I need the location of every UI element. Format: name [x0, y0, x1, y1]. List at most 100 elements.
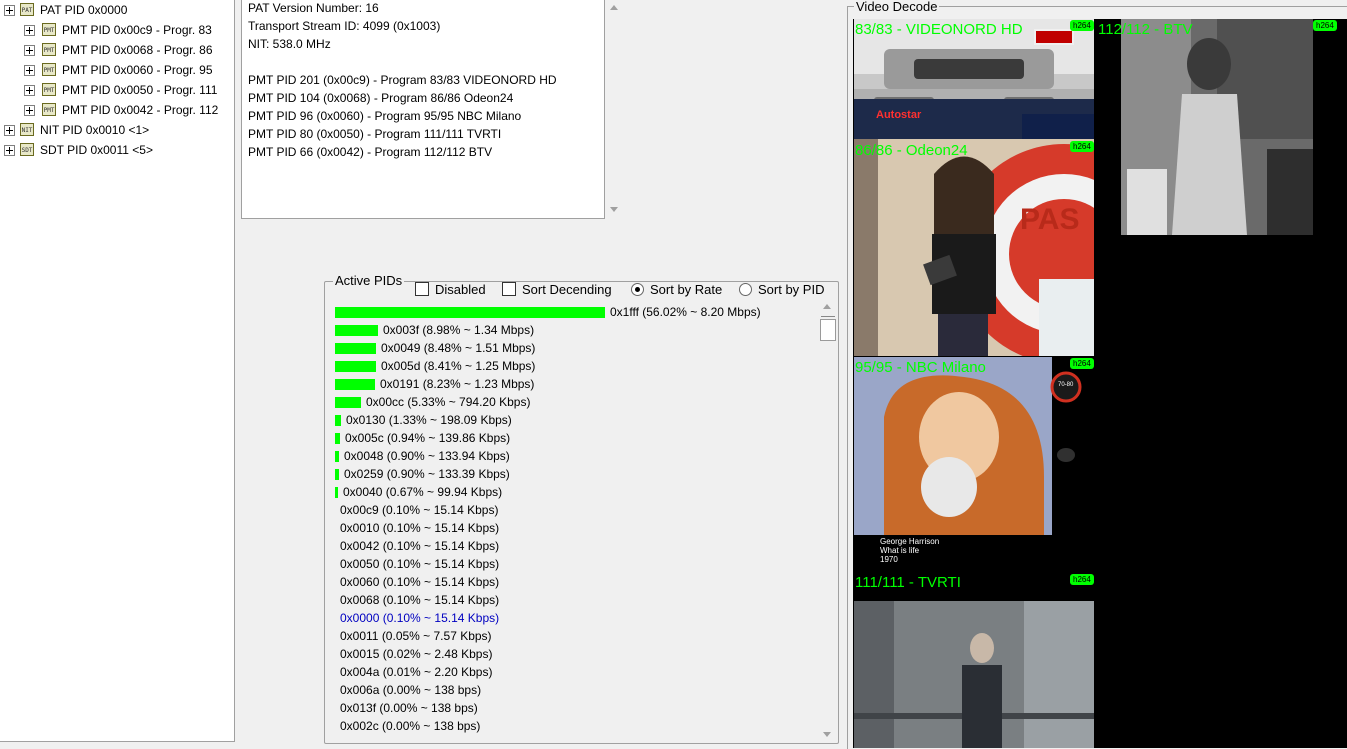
codec-badge: h264 [1313, 20, 1337, 31]
pid-tree: PAT PAT PID 0x0000 PMT PMT PID 0x00c9 - Pro… [0, 0, 235, 742]
pid-row[interactable]: 0x0040 (0.67% ~ 99.94 Kbps) [335, 484, 815, 502]
pid-list-scrollbar[interactable] [819, 300, 836, 741]
pid-row[interactable]: 0x0068 (0.10% ~ 15.14 Kbps) [335, 592, 815, 610]
pid-rate-label: 0x004a (0.01% ~ 2.20 Kbps) [340, 665, 493, 679]
video-tile-nbc-milano[interactable]: 70-80 George Harrison What is life 1970 … [854, 357, 1094, 571]
pid-row[interactable]: 0x0015 (0.02% ~ 2.48 Kbps) [335, 646, 815, 664]
pat-info-line: PMT PID 96 (0x0060) - Program 95/95 NBC … [248, 109, 522, 123]
tree-node-label: PAT PID 0x0000 [40, 3, 128, 17]
table-icon: PMT [42, 43, 56, 56]
pid-row[interactable]: 0x00c9 (0.10% ~ 15.14 Kbps) [335, 502, 815, 520]
table-icon: PMT [42, 83, 56, 96]
scroll-separator [821, 316, 835, 317]
pid-rate-bar [335, 469, 339, 480]
tree-node[interactable]: PMT PMT PID 0x0068 - Progr. 86 [0, 40, 234, 60]
pid-row[interactable]: 0x0130 (1.33% ~ 198.09 Kbps) [335, 412, 815, 430]
caption-song: What is life [880, 546, 920, 555]
expand-icon[interactable] [24, 45, 35, 56]
pid-row[interactable]: 0x0000 (0.10% ~ 15.14 Kbps) [335, 610, 815, 628]
tree-node[interactable]: PAT PAT PID 0x0000 [0, 0, 234, 20]
pid-row[interactable]: 0x004a (0.01% ~ 2.20 Kbps) [335, 664, 815, 682]
pid-row[interactable]: 0x005c (0.94% ~ 139.86 Kbps) [335, 430, 815, 448]
table-icon: PMT [42, 103, 56, 116]
pid-row[interactable]: 0x0011 (0.05% ~ 7.57 Kbps) [335, 628, 815, 646]
video-tile-btv[interactable]: 112/112 - BTV h264 [1097, 19, 1347, 237]
pid-row[interactable]: 0x006a (0.00% ~ 138 bps) [335, 682, 815, 700]
scroll-up-icon[interactable] [610, 5, 618, 10]
pid-rate-label: 0x0130 (1.33% ~ 198.09 Kbps) [346, 413, 512, 427]
pid-rate-label: 0x0015 (0.02% ~ 2.48 Kbps) [340, 647, 493, 661]
sort-by-rate-label: Sort by Rate [650, 282, 723, 297]
pid-rate-label: 0x0040 (0.67% ~ 99.94 Kbps) [343, 485, 503, 499]
expand-icon[interactable] [24, 65, 35, 76]
sort-by-rate-radio[interactable]: Sort by Rate [631, 282, 722, 298]
scroll-up-icon[interactable] [823, 304, 831, 309]
video-tile-tvrti[interactable]: 111/111 - TVRTI h264 [854, 573, 1094, 748]
pid-row[interactable]: 0x1fff (56.02% ~ 8.20 Mbps) [335, 304, 815, 322]
sort-by-pid-radio[interactable]: Sort by PID [739, 282, 824, 298]
tree-node-label: SDT PID 0x0011 <5> [40, 143, 153, 157]
overlay-odeon-wall: PAS [1020, 203, 1080, 236]
sort-by-pid-label: Sort by PID [758, 282, 825, 297]
pat-info-line: NIT: 538.0 MHz [248, 37, 331, 51]
pid-row[interactable]: 0x0049 (8.48% ~ 1.51 Mbps) [335, 340, 815, 358]
expand-icon[interactable] [24, 85, 35, 96]
radio-selected-icon [631, 283, 644, 296]
tvrti-frame [854, 573, 1094, 748]
table-icon: PAT [20, 3, 34, 16]
pid-row[interactable]: 0x003f (8.98% ~ 1.34 Mbps) [335, 322, 815, 340]
overlay-nbc-caption: George Harrison What is life 1970 [880, 537, 939, 564]
pid-row[interactable]: 0x0191 (8.23% ~ 1.23 Mbps) [335, 376, 815, 394]
tree-node[interactable]: PMT PMT PID 0x0050 - Progr. 111 [0, 80, 234, 100]
scroll-down-icon[interactable] [610, 207, 618, 212]
pid-row[interactable]: 0x0048 (0.90% ~ 133.94 Kbps) [335, 448, 815, 466]
pid-row[interactable]: 0x0060 (0.10% ~ 15.14 Kbps) [335, 574, 815, 592]
video-tile-odeon24[interactable]: PAS 86/86 - Odeon24 h264 [854, 139, 1094, 356]
radio-icon [739, 283, 752, 296]
tree-node[interactable]: PMT PMT PID 0x0060 - Progr. 95 [0, 60, 234, 80]
pid-row[interactable]: 0x0259 (0.90% ~ 133.39 Kbps) [335, 466, 815, 484]
expand-icon[interactable] [24, 25, 35, 36]
video-tile-videonord[interactable]: Autostar 83/83 - VIDEONORD HD h264 [854, 19, 1094, 139]
disabled-checkbox[interactable]: Disabled [415, 282, 486, 298]
tree-node-label: PMT PID 0x0042 - Progr. 112 [62, 103, 219, 117]
pid-rate-label: 0x013f (0.00% ~ 138 bps) [340, 701, 478, 715]
tile-title: 83/83 - VIDEONORD HD [855, 21, 1023, 38]
pid-row[interactable]: 0x005d (8.41% ~ 1.25 Mbps) [335, 358, 815, 376]
tree-node[interactable]: PMT PMT PID 0x0042 - Progr. 112 [0, 100, 234, 120]
pid-rate-bar [335, 325, 378, 336]
pid-row[interactable]: 0x00cc (5.33% ~ 794.20 Kbps) [335, 394, 815, 412]
tree-node[interactable]: SDT SDT PID 0x0011 <5> [0, 140, 234, 160]
pid-rate-label: 0x0042 (0.10% ~ 15.14 Kbps) [340, 539, 500, 553]
tree-node[interactable]: PMT PMT PID 0x00c9 - Progr. 83 [0, 20, 234, 40]
pid-rate-label: 0x005c (0.94% ~ 139.86 Kbps) [345, 431, 511, 445]
expand-icon[interactable] [24, 105, 35, 116]
pid-row[interactable]: 0x0010 (0.10% ~ 15.14 Kbps) [335, 520, 815, 538]
scroll-down-icon[interactable] [823, 732, 831, 737]
expand-icon[interactable] [4, 145, 15, 156]
table-icon: PMT [42, 63, 56, 76]
pat-scrollbar[interactable] [606, 0, 624, 218]
disabled-label: Disabled [435, 282, 486, 297]
pid-row[interactable]: 0x0050 (0.10% ~ 15.14 Kbps) [335, 556, 815, 574]
scroll-thumb[interactable] [820, 319, 836, 341]
pid-rate-label: 0x0050 (0.10% ~ 15.14 Kbps) [340, 557, 500, 571]
pid-row[interactable]: 0x0042 (0.10% ~ 15.14 Kbps) [335, 538, 815, 556]
expand-icon[interactable] [4, 5, 15, 16]
codec-badge: h264 [1070, 20, 1094, 31]
table-icon: SDT [20, 143, 34, 156]
pat-info-line: Transport Stream ID: 4099 (0x1003) [248, 19, 441, 33]
pid-row[interactable]: 0x013f (0.00% ~ 138 bps) [335, 700, 815, 718]
sort-descending-checkbox[interactable]: Sort Decending [502, 282, 612, 298]
pid-rate-bar [335, 379, 375, 390]
tree-node[interactable]: NIT NIT PID 0x0010 <1> [0, 120, 234, 140]
expand-icon[interactable] [4, 125, 15, 136]
table-icon: PMT [42, 23, 56, 36]
pat-info-line: PAT Version Number: 16 [248, 1, 379, 15]
pat-info-line: PMT PID 201 (0x00c9) - Program 83/83 VID… [248, 73, 557, 87]
pid-rate-bar [335, 487, 338, 498]
pid-rate-bar [335, 415, 341, 426]
codec-badge: h264 [1070, 358, 1094, 369]
pid-row[interactable]: 0x002c (0.00% ~ 138 bps) [335, 718, 815, 736]
overlay-autostar: Autostar [876, 109, 922, 121]
